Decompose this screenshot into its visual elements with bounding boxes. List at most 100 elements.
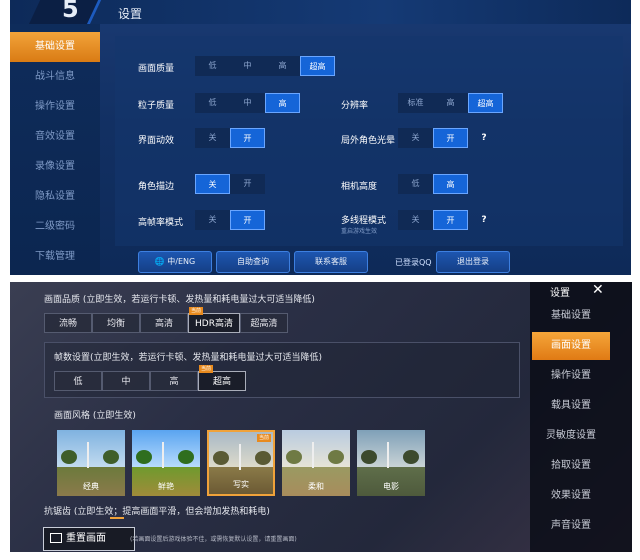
sidebar-item-downloads[interactable]: 下载管理 (10, 242, 100, 272)
quality-tab-hdr[interactable]: 当前 HDR高清 (188, 307, 240, 333)
fps-tab-mid[interactable]: 中 (102, 371, 150, 391)
help-icon[interactable]: ? (477, 131, 491, 145)
style-label: 鲜艳 (158, 482, 174, 491)
sidebar-item-battle-info[interactable]: 战斗信息 (10, 62, 100, 92)
outline-glow-off[interactable]: 关 (398, 128, 433, 148)
tower-icon (162, 442, 164, 468)
char-outline-off[interactable]: 关 (195, 174, 230, 194)
particle-option-low[interactable]: 低 (195, 93, 230, 113)
sidebar-item-sound[interactable]: 音效设置 (10, 122, 100, 152)
quality-tab-hdr-label: HDR高清 (195, 319, 233, 329)
fps-tabs: 低 中 高 当前 超高 (54, 365, 246, 391)
settings-panel-top: 5 设置 基础设置 战斗信息 操作设置 音效设置 录像设置 隐私设置 二级密码 … (10, 0, 631, 275)
multithread-label: 多线程模式 重启游戏生效 (341, 213, 386, 235)
current-badge: 当前 (189, 307, 204, 315)
fps-tab-ultra[interactable]: 当前 超高 (198, 365, 246, 391)
tree-icon (328, 449, 344, 464)
restore-note: (若画面设置后游戏体验不佳，或需恢复默认设置，请重置画面) (130, 536, 297, 543)
ui-anim-toggle: 关 开 (195, 128, 265, 148)
quality-label: 画面质量 (138, 64, 175, 74)
particle-option-mid[interactable]: 中 (230, 93, 265, 113)
language-button-label: 中/ENG (167, 257, 196, 266)
quality-tab-hd[interactable]: 高清 (140, 313, 188, 333)
outline-glow-on[interactable]: 开 (433, 128, 468, 148)
self-help-button[interactable]: 自助查询 (216, 251, 290, 273)
tower-icon (239, 444, 241, 470)
sidebar-item-replay[interactable]: 录像设置 (10, 152, 100, 182)
resolution-selector: 标准 高 超高 (398, 93, 503, 113)
tree-icon (255, 450, 271, 465)
quality-option-ultra[interactable]: 超高 (300, 56, 335, 76)
restore-button[interactable]: 重置画面 (43, 527, 135, 551)
multithread-on[interactable]: 开 (433, 210, 468, 230)
multithread-off[interactable]: 关 (398, 210, 433, 230)
char-outline-on[interactable]: 开 (230, 174, 265, 194)
fps-tab-low[interactable]: 低 (54, 371, 102, 391)
quality-selector: 低 中 高 超高 (195, 56, 335, 76)
close-icon[interactable]: ✕ (592, 282, 604, 298)
logo-icon: 5 (62, 0, 79, 23)
resolution-option-high[interactable]: 高 (433, 93, 468, 113)
cam-height-high[interactable]: 高 (433, 174, 468, 194)
style-thumb-cinematic[interactable]: 电影 (357, 430, 425, 496)
sidebar-item-basic[interactable]: 基础设置 (10, 32, 100, 62)
sidebar-item-password[interactable]: 二级密码 (10, 212, 100, 242)
quality-tab-ultra[interactable]: 超高清 (240, 313, 288, 333)
style-thumb-classic[interactable]: 经典 (57, 430, 125, 496)
fps-tab-high[interactable]: 高 (150, 371, 198, 391)
quality-tab-balanced[interactable]: 均衡 (92, 313, 140, 333)
settings-panel-bottom: 设置 ✕ 画面品质 (立即生效，若运行卡顿、发热量和耗电量过大可适当降低) 流畅… (10, 282, 632, 552)
customer-service-button[interactable]: 联系客服 (294, 251, 368, 273)
page-title: 设置 (118, 7, 143, 21)
tower-icon (87, 442, 89, 468)
sidebar-item-pickup[interactable]: 拾取设置 (532, 452, 610, 480)
tree-icon (178, 449, 194, 464)
hfr-off[interactable]: 关 (195, 210, 230, 230)
tree-icon (103, 449, 119, 464)
aa-heading: 抗锯齿 (立即生效；提高画面平滑，但会增加发热和耗电) (44, 507, 270, 517)
quality-tab-smooth[interactable]: 流畅 (44, 313, 92, 333)
reset-icon (50, 533, 62, 543)
resolution-option-standard[interactable]: 标准 (398, 93, 433, 113)
cam-height-toggle: 低 高 (398, 174, 468, 194)
sidebar-item-controls[interactable]: 操作设置 (10, 92, 100, 122)
sidebar-item-controls[interactable]: 操作设置 (532, 362, 610, 390)
sidebar-item-privacy[interactable]: 隐私设置 (10, 182, 100, 212)
cam-height-low[interactable]: 低 (398, 174, 433, 194)
fps-heading: 帧数设置(立即生效，若运行卡顿、发热量和耗电量过大可适当降低) (54, 353, 323, 363)
sidebar-item-basic[interactable]: 基础设置 (532, 302, 610, 330)
quality-tabs: 流畅 均衡 高清 当前 HDR高清 超高清 (44, 307, 288, 333)
resolution-option-ultra[interactable]: 超高 (468, 93, 503, 113)
outline-glow-toggle: 关 开 (398, 128, 468, 148)
style-thumb-vivid[interactable]: 鲜艳 (132, 430, 200, 496)
ui-anim-off[interactable]: 关 (195, 128, 230, 148)
sidebar-item-graphics[interactable]: 画面设置 (532, 332, 610, 360)
tree-icon (361, 449, 377, 464)
particle-option-high[interactable]: 高 (265, 93, 300, 113)
ui-anim-label: 界面动效 (138, 136, 175, 146)
quality-option-mid[interactable]: 中 (230, 56, 265, 76)
hfr-toggle: 关 开 (195, 210, 265, 230)
hfr-on[interactable]: 开 (230, 210, 265, 230)
login-status: 已登录QQ (395, 258, 432, 267)
language-button[interactable]: 🌐 中/ENG (138, 251, 212, 273)
quality-option-low[interactable]: 低 (195, 56, 230, 76)
ui-anim-on[interactable]: 开 (230, 128, 265, 148)
tower-icon (312, 442, 314, 468)
help-icon[interactable]: ? (477, 213, 491, 227)
sidebar-item-vehicle[interactable]: 载具设置 (532, 392, 610, 420)
tree-icon (403, 449, 419, 464)
outline-glow-label: 局外角色光晕 (341, 136, 396, 146)
current-badge: 当前 (256, 434, 271, 442)
sidebar-item-effects[interactable]: 效果设置 (532, 482, 610, 510)
particle-selector: 低 中 高 (195, 93, 300, 113)
quality-option-high[interactable]: 高 (265, 56, 300, 76)
sidebar-item-sensitivity[interactable]: 灵敏度设置 (532, 422, 610, 450)
style-label: 经典 (83, 482, 99, 491)
sidebar-item-sound[interactable]: 声音设置 (532, 512, 610, 540)
logout-button[interactable]: 退出登录 (436, 251, 510, 273)
style-thumb-realistic[interactable]: 当前 写实 (207, 430, 275, 496)
globe-icon: 🌐 (154, 257, 165, 266)
style-thumb-soft[interactable]: 柔和 (282, 430, 350, 496)
style-label: 柔和 (308, 482, 324, 491)
